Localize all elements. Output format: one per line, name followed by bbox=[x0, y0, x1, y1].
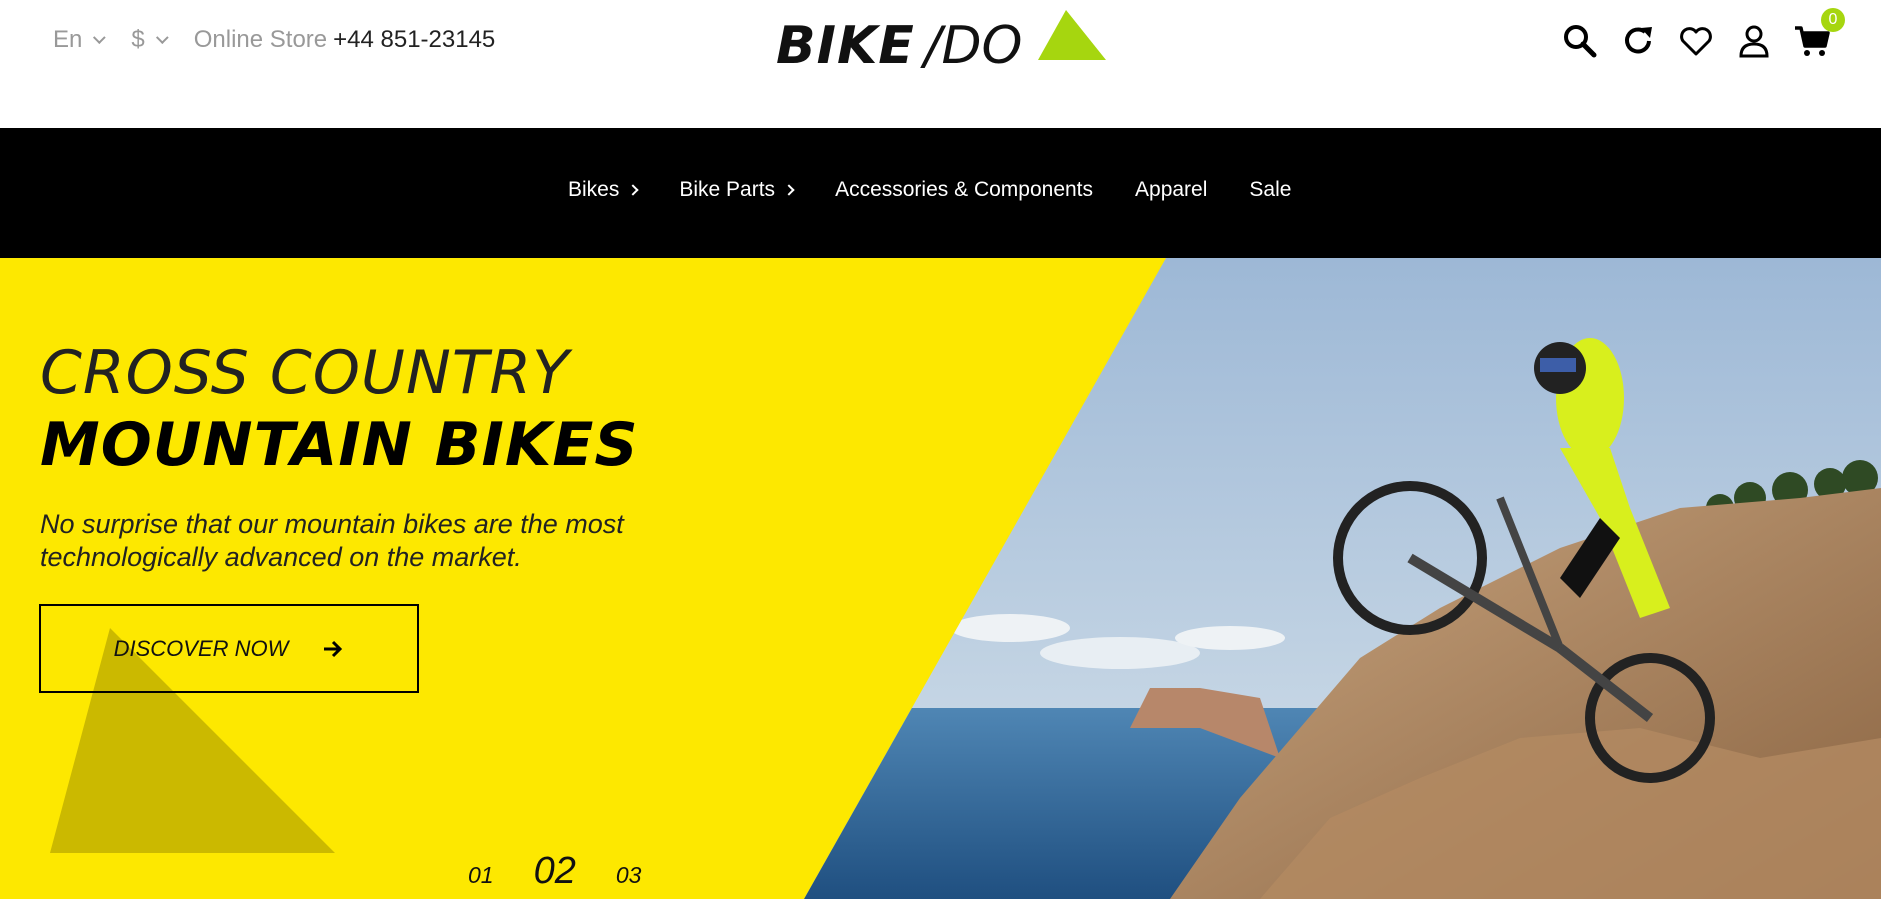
nav-item-bike-parts[interactable]: Bike Parts bbox=[679, 178, 795, 202]
user-icon[interactable] bbox=[1735, 22, 1773, 60]
nav-item-sale[interactable]: Sale bbox=[1249, 178, 1291, 202]
chevron-down-icon bbox=[93, 30, 107, 44]
discover-now-button[interactable]: DISCOVER NOW bbox=[39, 604, 419, 693]
top-bar: En $ Online Store +44 851-23145 BIKE /DO bbox=[0, 0, 1881, 128]
hero-title-line2: MOUNTAIN BIKES bbox=[40, 410, 639, 480]
chevron-right-icon bbox=[783, 184, 795, 196]
chevron-right-icon bbox=[627, 184, 640, 196]
slide-pagination: 01 02 03 bbox=[468, 850, 681, 893]
slide-dot-2[interactable]: 02 bbox=[534, 850, 576, 893]
arrow-right-icon bbox=[324, 640, 343, 657]
hero-description: No surprise that our mountain bikes are … bbox=[40, 509, 624, 572]
nav-item-apparel[interactable]: Apparel bbox=[1135, 178, 1207, 202]
hero-title-line1: CROSS COUNTRY bbox=[40, 338, 570, 408]
nav-item-label: Bikes bbox=[568, 178, 620, 201]
site-logo[interactable]: BIKE /DO bbox=[776, 6, 1106, 76]
discover-now-label: DISCOVER NOW bbox=[113, 635, 289, 661]
nav-item-label: Sale bbox=[1249, 178, 1292, 201]
main-nav: Bikes Bike Parts Accessories & Component… bbox=[0, 128, 1881, 258]
nav-item-label: Bike Parts bbox=[679, 178, 776, 201]
cart-icon[interactable]: 0 bbox=[1793, 8, 1845, 60]
currency-value: $ bbox=[131, 26, 145, 53]
slide-dot-1[interactable]: 01 bbox=[468, 862, 494, 889]
nav-item-label: Apparel bbox=[1135, 178, 1208, 201]
phone-number[interactable]: +44 851-23145 bbox=[333, 26, 495, 54]
nav-item-label: Accessories & Components bbox=[835, 178, 1094, 201]
header-icons: 0 bbox=[1541, 8, 1845, 60]
cart-count-badge: 0 bbox=[1821, 8, 1845, 32]
refresh-icon[interactable] bbox=[1619, 22, 1657, 60]
hero-slider: CROSS COUNTRY MOUNTAIN BIKES No surprise… bbox=[0, 258, 1881, 899]
search-icon[interactable] bbox=[1561, 22, 1599, 60]
language-selector[interactable]: En bbox=[53, 26, 107, 54]
top-left-info: En $ Online Store +44 851-23145 bbox=[53, 26, 495, 54]
chevron-down-icon bbox=[155, 30, 169, 44]
language-value: En bbox=[53, 26, 83, 53]
nav-item-bikes[interactable]: Bikes bbox=[568, 178, 640, 202]
heart-icon[interactable] bbox=[1677, 22, 1715, 60]
nav-item-accessories[interactable]: Accessories & Components bbox=[835, 178, 1093, 202]
currency-selector[interactable]: $ bbox=[131, 26, 169, 54]
logo-triangle-icon bbox=[1038, 10, 1106, 60]
store-label: Online Store bbox=[193, 26, 328, 53]
slide-dot-3[interactable]: 03 bbox=[616, 862, 642, 889]
